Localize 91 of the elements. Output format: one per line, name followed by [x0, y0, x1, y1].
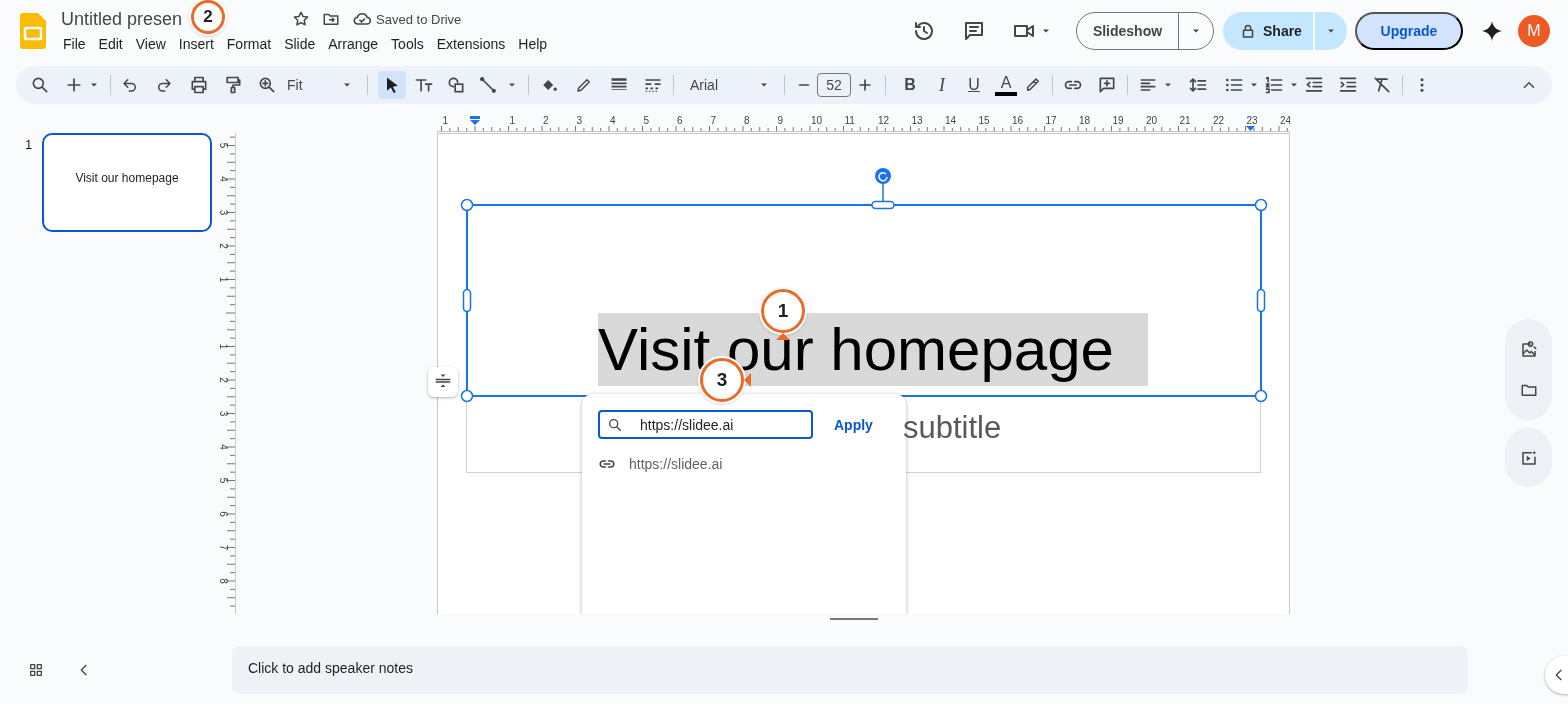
ruler-number: 7: [218, 544, 229, 551]
menu-item[interactable]: Slide: [278, 36, 322, 52]
ruler-number: 2: [543, 115, 549, 126]
ruler-number: 20: [1146, 115, 1158, 126]
ruler-number: 22: [1213, 115, 1225, 126]
search-icon: [607, 417, 623, 433]
menu-item[interactable]: Tools: [385, 36, 430, 52]
save-status: Saved to Drive: [376, 11, 462, 27]
ruler-number: 1: [218, 276, 229, 283]
increase-indent-icon[interactable]: [1338, 75, 1358, 95]
italic-button[interactable]: I: [928, 71, 956, 99]
menu-item[interactable]: Edit: [92, 36, 129, 52]
ruler-number: 6: [218, 511, 229, 517]
upgrade-button[interactable]: Upgrade: [1355, 12, 1463, 50]
share-button[interactable]: Share: [1223, 12, 1347, 50]
ruler-number: 4: [218, 176, 229, 182]
ruler-number: 11: [844, 115, 855, 126]
apply-button[interactable]: Apply: [830, 415, 877, 435]
ruler-number: 8: [218, 578, 229, 584]
ruler-number: 23: [1246, 115, 1258, 126]
ruler-number: 16: [1012, 115, 1024, 126]
ruler-number: 5: [643, 115, 650, 126]
menu-item[interactable]: Format: [220, 36, 278, 52]
ruler-number: 4: [218, 444, 229, 450]
slide-number: 1: [24, 136, 34, 154]
ruler-number: 4: [610, 115, 616, 126]
subtitle-placeholder[interactable]: subtitle: [903, 410, 1002, 446]
pen-icon[interactable]: [575, 76, 593, 94]
ruler-number: 14: [945, 115, 957, 126]
zoom-dropdown[interactable]: Fit: [281, 77, 357, 93]
speaker-notes-field[interactable]: Click to add speaker notes: [232, 646, 1468, 694]
print-icon[interactable]: [189, 75, 209, 95]
menu-item[interactable]: Help: [512, 36, 554, 52]
document-title[interactable]: Untitled presen: [61, 8, 183, 30]
image-search-icon[interactable]: [1519, 340, 1538, 359]
history-icon[interactable]: [912, 19, 936, 43]
decrease-indent-icon[interactable]: [1304, 75, 1324, 95]
paint-format-icon[interactable]: [223, 75, 243, 95]
clear-formatting-icon[interactable]: [1372, 75, 1392, 95]
bold-button[interactable]: B: [896, 71, 924, 99]
add-comment-icon[interactable]: [1097, 75, 1117, 95]
numbered-list-icon[interactable]: [1264, 75, 1284, 95]
ruler-number: 13: [911, 115, 923, 126]
ruler-number: 3: [576, 115, 583, 126]
ruler-number: 5: [218, 477, 229, 484]
menu-item[interactable]: View: [129, 36, 172, 52]
menu-item[interactable]: Insert: [172, 36, 220, 52]
ruler-number: 1: [442, 115, 449, 126]
vertical-align-button[interactable]: [428, 367, 458, 397]
ruler-number: 3: [218, 410, 229, 417]
ruler-number: 21: [1179, 115, 1191, 126]
grid-view-icon[interactable]: [28, 662, 44, 678]
ruler-number: 12: [878, 115, 890, 126]
resize-handle[interactable]: [830, 618, 878, 620]
ruler-number: 9: [777, 115, 784, 126]
search-icon[interactable]: [30, 75, 50, 95]
menu-item[interactable]: Extensions: [430, 36, 512, 52]
font-dropdown[interactable]: Arial: [684, 77, 774, 93]
ruler-number: 8: [744, 115, 750, 126]
comment-icon[interactable]: [962, 19, 986, 43]
ruler-number: 2: [218, 243, 229, 249]
text-color-button[interactable]: A: [995, 74, 1017, 96]
indent-marker-icon[interactable]: [470, 116, 480, 125]
callout-marker: 2: [190, 0, 226, 34]
video-sparkle-icon[interactable]: [1519, 448, 1538, 467]
ruler-number: 10: [811, 115, 823, 126]
menu-item[interactable]: File: [57, 36, 92, 52]
font-size-field[interactable]: 52: [817, 73, 851, 97]
ruler-number: 19: [1112, 115, 1124, 126]
undo-icon[interactable]: [121, 76, 139, 94]
indent-marker-icon[interactable]: [1246, 126, 1255, 131]
ruler-number: 1: [509, 115, 516, 126]
ruler-number: 17: [1045, 115, 1057, 126]
ruler-number: 7: [710, 115, 717, 126]
menu-item[interactable]: Arrange: [322, 36, 385, 52]
ruler-number: 2: [218, 377, 229, 383]
ruler-number: 3: [218, 209, 229, 216]
link-search-field[interactable]: https://slidee.ai: [598, 410, 813, 439]
ruler-number: 24: [1280, 115, 1290, 126]
ruler-number: 18: [1079, 115, 1091, 126]
zoom-icon[interactable]: [257, 75, 277, 95]
ruler-number: 6: [677, 115, 683, 126]
ruler-number: 5: [218, 142, 229, 149]
ruler-number: 1: [218, 343, 229, 350]
slide-thumbnail[interactable]: Visit our homepage: [42, 133, 212, 232]
underline-button[interactable]: U: [960, 71, 988, 99]
link-suggestion[interactable]: https://slidee.ai: [629, 456, 723, 472]
ruler-number: 15: [978, 115, 990, 126]
redo-icon[interactable]: [155, 76, 173, 94]
highlighter-icon[interactable]: [1024, 76, 1042, 94]
star-icon[interactable]: [292, 10, 311, 28]
